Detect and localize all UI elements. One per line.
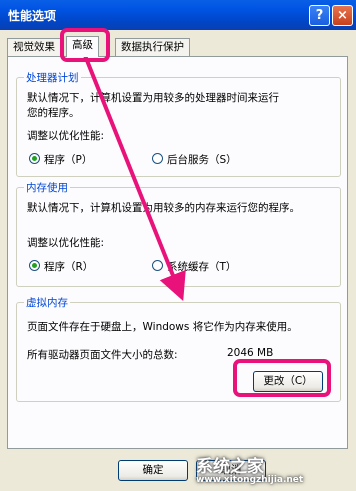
ok-button[interactable]: 确定 [118,460,188,481]
processor-scheduling-group: 处理器计划 默认情况下，计算机设置为用较多的处理器时间来运行 您的程序。 调整以… [16,70,341,177]
tab-strip: 视觉效果 高级 数据执行保护 [7,36,347,57]
tab-dep[interactable]: 数据执行保护 [115,38,190,56]
watermark: 系统之家 www.xitongzhijia.net [196,452,303,485]
change-button[interactable]: 更改（C） [253,371,323,392]
pagefile-total-label: 所有驱动器页面文件大小的总数: [27,349,178,361]
processor-services-radio[interactable] [152,153,163,164]
memory-programs-label[interactable]: 程序（R） [44,259,93,274]
virtual-memory-legend: 虚拟内存 [24,295,70,310]
performance-options-dialog: 性能选项 ? × 视觉效果 高级 数据执行保护 处理器计划 默认情况下，计算机设… [0,0,356,491]
title-bar[interactable]: 性能选项 ? × [0,0,356,30]
tab-visual-effects[interactable]: 视觉效果 [7,38,61,56]
help-button[interactable]: ? [309,5,330,26]
advanced-panel: 处理器计划 默认情况下，计算机设置为用较多的处理器时间来运行 您的程序。 调整以… [7,56,348,449]
memory-legend: 内存使用 [24,180,70,195]
watermark-brand: 系统之家 [196,457,264,477]
processor-programs-label[interactable]: 程序（P） [44,152,92,167]
memory-cache-radio[interactable] [152,260,163,271]
window-title: 性能选项 [8,9,57,23]
watermark-url: www.xitongzhijia.net [196,475,304,485]
memory-cache-label[interactable]: 系统缓存（T） [167,259,236,274]
memory-desc-line1: 默认情况下，计算机设置为用较多的内存来运行您的程序。 [27,202,300,214]
processor-programs-radio[interactable] [29,153,40,164]
memory-usage-group: 内存使用 默认情况下，计算机设置为用较多的内存来运行您的程序。 调整以优化性能:… [16,180,341,287]
processor-services-label[interactable]: 后台服务（S） [167,152,237,167]
virtual-memory-group: 虚拟内存 页面文件存在于硬盘上，Windows 将它作为内存来使用。 所有驱动器… [16,295,341,402]
processor-legend: 处理器计划 [24,70,81,85]
processor-adjust-label: 调整以优化性能: [27,130,105,142]
processor-desc-line2: 您的程序。 [27,107,80,119]
memory-adjust-label: 调整以优化性能: [27,237,105,249]
memory-programs-radio[interactable] [29,260,40,271]
close-button[interactable]: × [332,5,353,26]
pagefile-total-value: 2046 MB [227,347,274,359]
processor-desc-line1: 默认情况下，计算机设置为用较多的处理器时间来运行 [27,92,279,104]
virtual-memory-desc: 页面文件存在于硬盘上，Windows 将它作为内存来使用。 [27,321,298,333]
tab-advanced[interactable]: 高级 [66,36,99,57]
